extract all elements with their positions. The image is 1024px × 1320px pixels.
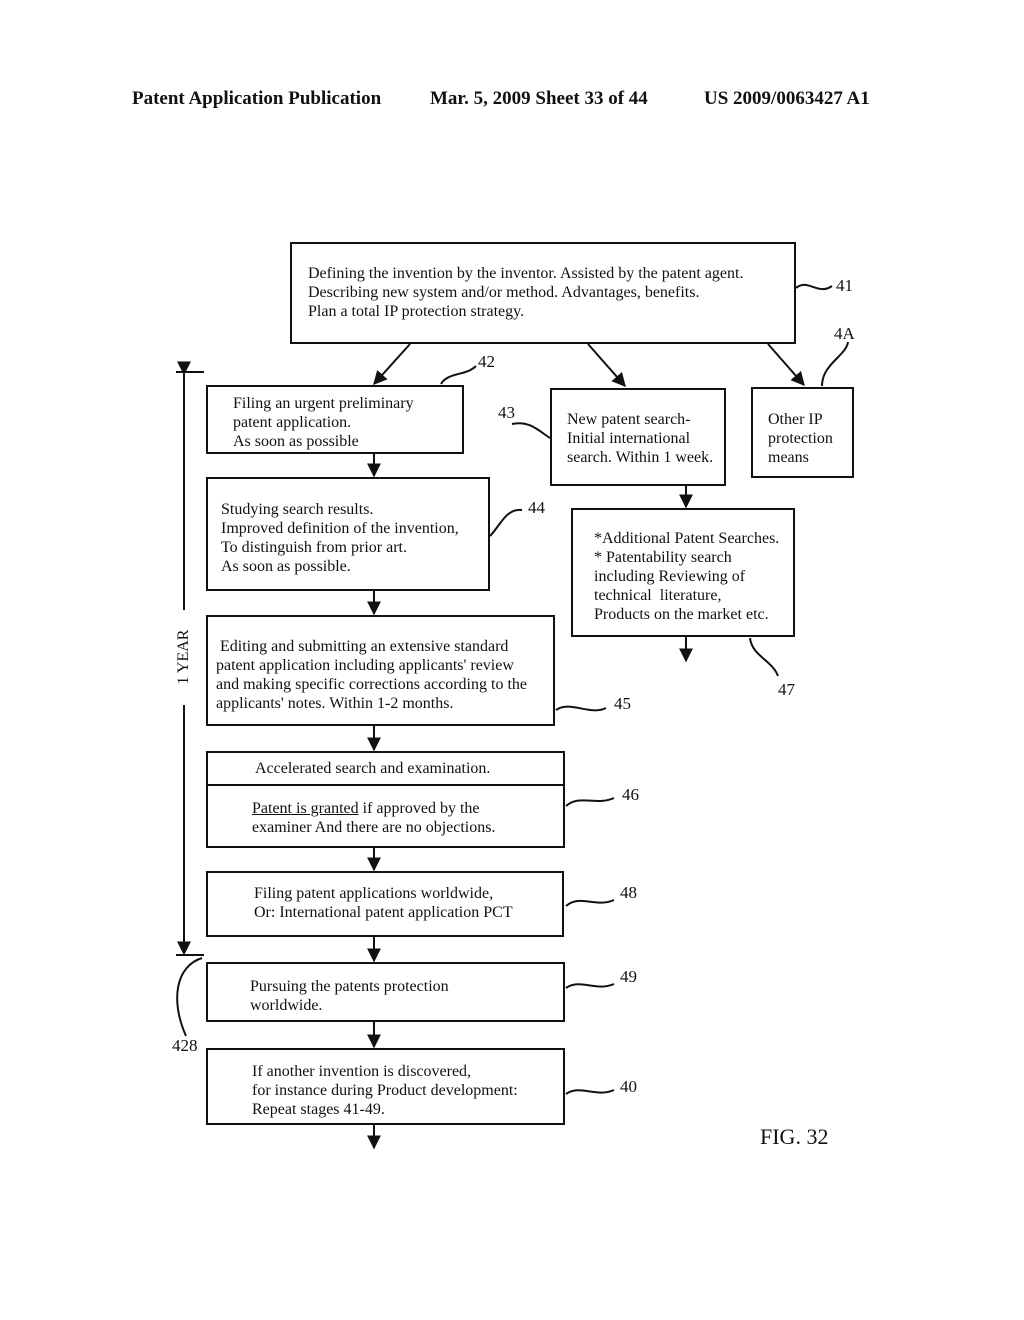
step-46-header-row: Accelerated search and examination. <box>208 753 563 786</box>
step-42-line-3: As soon as possible <box>233 433 359 450</box>
step-45-box: Editing and submitting an extensive stan… <box>206 615 555 726</box>
step-4A-line-3: means <box>768 449 809 466</box>
step-40-line-3: Repeat stages 41-49. <box>252 1101 385 1118</box>
step-47-line-2: * Patentability search <box>594 549 732 566</box>
step-49-line-1: Pursuing the patents protection <box>250 978 449 995</box>
ref-47: 47 <box>778 680 795 699</box>
step-48-line-1: Filing patent applications worldwide, <box>254 885 494 902</box>
step-40-line-1: If another invention is discovered, <box>252 1063 472 1080</box>
step-43-box: New patent search- Initial international… <box>550 388 726 486</box>
step-43-line-3: search. Within 1 week. <box>567 449 714 466</box>
step-45-line-2: patent application including applicants'… <box>216 657 514 674</box>
step-41-line-2: Describing new system and/or method. Adv… <box>308 284 700 301</box>
step-45-line-4: applicants' notes. Within 1-2 months. <box>216 695 454 712</box>
step-45-line-3: and making specific corrections accordin… <box>216 676 527 693</box>
arrow-41-4A <box>767 343 805 387</box>
step-46-line-2: examiner And there are no objections. <box>252 819 496 836</box>
ref-45: 45 <box>614 694 631 713</box>
step-43-line-1: New patent search- <box>567 411 691 428</box>
step-42-line-1: Filing an urgent preliminary <box>233 395 414 412</box>
ref-49: 49 <box>620 967 637 986</box>
step-46-underlined: Patent is granted <box>252 800 359 817</box>
step-49-box: Pursuing the patents protection worldwid… <box>206 962 565 1022</box>
ref-44: 44 <box>528 498 545 517</box>
ref-42: 42 <box>478 352 495 371</box>
step-42-box: Filing an urgent preliminary patent appl… <box>206 385 464 454</box>
ref-40: 40 <box>620 1077 637 1096</box>
ref-48: 48 <box>620 883 637 902</box>
step-47-line-3: including Reviewing of <box>594 568 746 585</box>
figure-label: FIG. 32 <box>760 1124 829 1149</box>
step-47-box: *Additional Patent Searches. * Patentabi… <box>571 508 795 637</box>
step-48-box: Filing patent applications worldwide, Or… <box>206 871 564 937</box>
step-40-line-2: for instance during Product development: <box>252 1082 518 1099</box>
step-41-box: Defining the invention by the inventor. … <box>290 242 796 344</box>
step-46-box: Accelerated search and examination. Pate… <box>206 751 565 848</box>
timeline-label: 1 YEAR <box>175 629 192 685</box>
step-44-line-2: Improved definition of the invention, <box>221 520 459 537</box>
ref-41: 41 <box>836 276 853 295</box>
step-4A-box: Other IP protection means <box>751 387 854 478</box>
step-49-line-2: worldwide. <box>250 997 323 1014</box>
step-4A-line-1: Other IP <box>768 411 823 428</box>
step-44-line-1: Studying search results. <box>221 501 374 518</box>
step-44-line-3: To distinguish from prior art. <box>221 539 407 556</box>
step-44-line-4: As soon as possible. <box>221 558 351 575</box>
step-43-line-2: Initial international <box>567 430 691 447</box>
ref-46: 46 <box>622 785 639 804</box>
step-46-line-1-rest: if approved by the <box>358 800 480 817</box>
step-41-line-3: Plan a total IP protection strategy. <box>308 303 525 320</box>
step-40-box: If another invention is discovered, for … <box>206 1048 565 1125</box>
arrow-41-43 <box>587 343 626 388</box>
step-44-box: Studying search results. Improved defini… <box>206 477 490 591</box>
step-4A-line-2: protection <box>768 430 833 447</box>
arrow-41-42 <box>373 343 411 386</box>
ref-428: 428 <box>172 1036 198 1055</box>
step-42-line-2: patent application. <box>233 414 352 431</box>
step-46-line-1: Patent is granted if approved by the <box>252 799 480 818</box>
step-45-line-1: Editing and submitting an extensive stan… <box>216 638 509 655</box>
step-47-line-5: Products on the market etc. <box>594 606 769 623</box>
step-46-header: Accelerated search and examination. <box>255 760 491 777</box>
ref-43: 43 <box>498 403 515 422</box>
step-47-line-4: technical literature, <box>594 587 722 604</box>
ref-4A: 4A <box>834 324 855 343</box>
step-41-line-1: Defining the invention by the inventor. … <box>308 265 744 282</box>
step-48-line-2: Or: International patent application PCT <box>254 904 513 921</box>
step-47-line-1: *Additional Patent Searches. <box>594 530 780 547</box>
